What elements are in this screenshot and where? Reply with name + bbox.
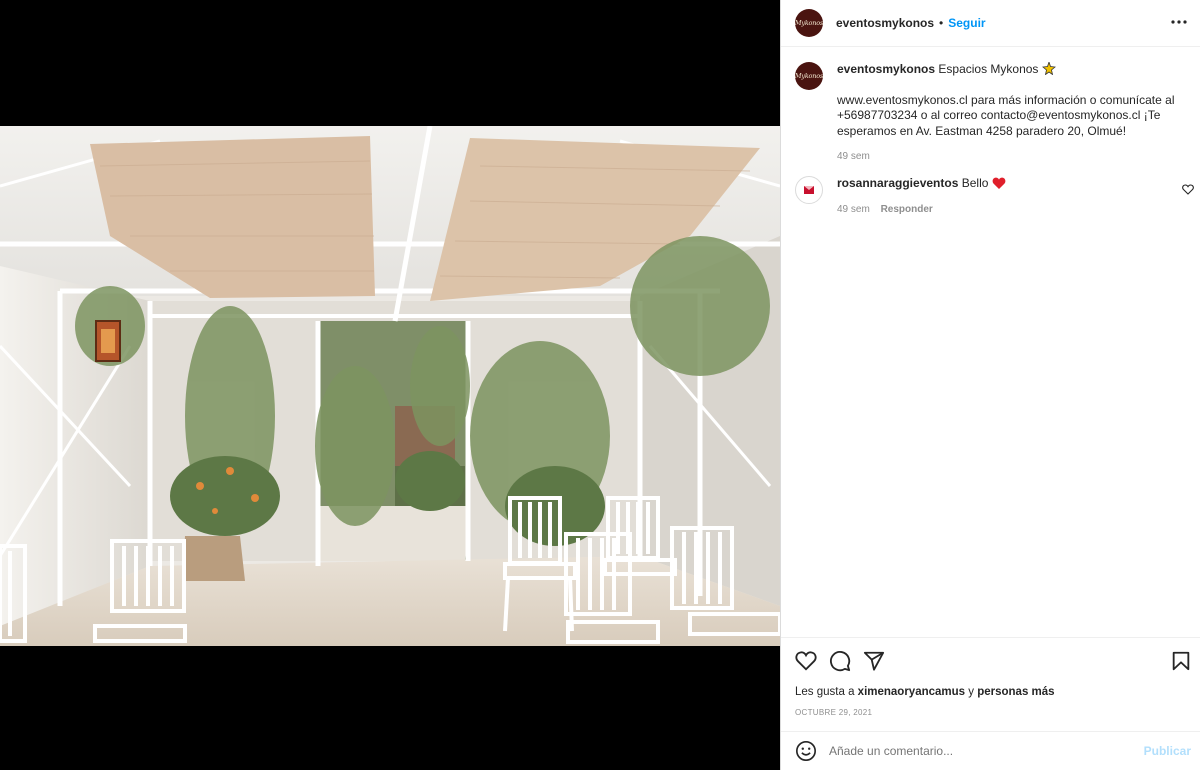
reply-button[interactable]: Responder	[881, 204, 933, 215]
comment-body: rosannaraggieventos Bello 49 sem Respond…	[837, 176, 1176, 217]
comment-bubble-icon[interactable]	[829, 650, 851, 672]
separator-dot: •	[939, 16, 944, 30]
commenter-avatar[interactable]	[795, 176, 823, 204]
author-username[interactable]: eventosmykonos	[836, 16, 934, 30]
likes-joiner: y	[968, 686, 975, 698]
caption-text: www.eventosmykonos.cl para más informaci…	[837, 92, 1175, 138]
caption-meta: 49 sem	[837, 149, 1176, 165]
add-comment-bar: Publicar	[781, 731, 1200, 770]
likes-prefix: Les gusta a	[795, 686, 855, 698]
comments-section[interactable]: Mykonos eventosmykonos Espacios Mykonos …	[781, 48, 1200, 638]
comment-text: Bello	[961, 176, 989, 190]
like-heart-icon[interactable]	[795, 650, 817, 672]
likes-user-link[interactable]: ximenaoryancamus	[858, 686, 965, 698]
caption-body: eventosmykonos Espacios Mykonos www.even…	[837, 60, 1176, 165]
post-date[interactable]: OCTUBRE 29, 2021	[795, 708, 872, 717]
caption-avatar-logo-text: Mykonos	[795, 72, 823, 80]
red-heart-emoji-icon	[992, 177, 1006, 189]
more-options-icon[interactable]	[1169, 12, 1189, 32]
caption-title: Espacios Mykonos	[938, 62, 1039, 76]
caption-username[interactable]: eventosmykonos	[837, 62, 935, 76]
comment-like-heart-icon[interactable]	[1182, 182, 1194, 195]
author-avatar[interactable]: Mykonos	[795, 9, 823, 37]
post-header: Mykonos eventosmykonos • Seguir	[781, 0, 1200, 47]
likes-others-link[interactable]: personas más	[977, 686, 1054, 698]
likes-summary: Les gusta a ximenaoryancamus y personas …	[795, 686, 1055, 698]
publish-button[interactable]: Publicar	[1144, 744, 1191, 758]
caption-author-avatar[interactable]: Mykonos	[795, 62, 823, 90]
share-paper-plane-icon[interactable]	[863, 650, 885, 672]
post-photo[interactable]	[0, 126, 780, 646]
caption-time[interactable]: 49 sem	[837, 151, 870, 162]
post-actions: Les gusta a ximenaoryancamus y personas …	[781, 637, 1200, 731]
commenter-username[interactable]: rosannaraggieventos	[837, 176, 958, 190]
comment-meta: 49 sem Responder	[837, 202, 1176, 218]
commenter-logo-icon	[804, 186, 814, 194]
comment-time[interactable]: 49 sem	[837, 204, 870, 215]
emoji-picker-icon[interactable]	[795, 740, 817, 762]
post-media	[0, 0, 780, 770]
comment-input[interactable]	[829, 744, 1144, 758]
venue-photo-illustration	[0, 126, 780, 646]
avatar-logo-text: Mykonos	[795, 19, 823, 27]
action-icons	[795, 650, 885, 672]
save-bookmark-icon[interactable]	[1170, 650, 1192, 672]
follow-button[interactable]: Seguir	[948, 16, 985, 30]
sparkle-emoji-icon	[1041, 60, 1056, 76]
post-side-panel: Mykonos eventosmykonos • Seguir Mykonos …	[780, 0, 1200, 770]
